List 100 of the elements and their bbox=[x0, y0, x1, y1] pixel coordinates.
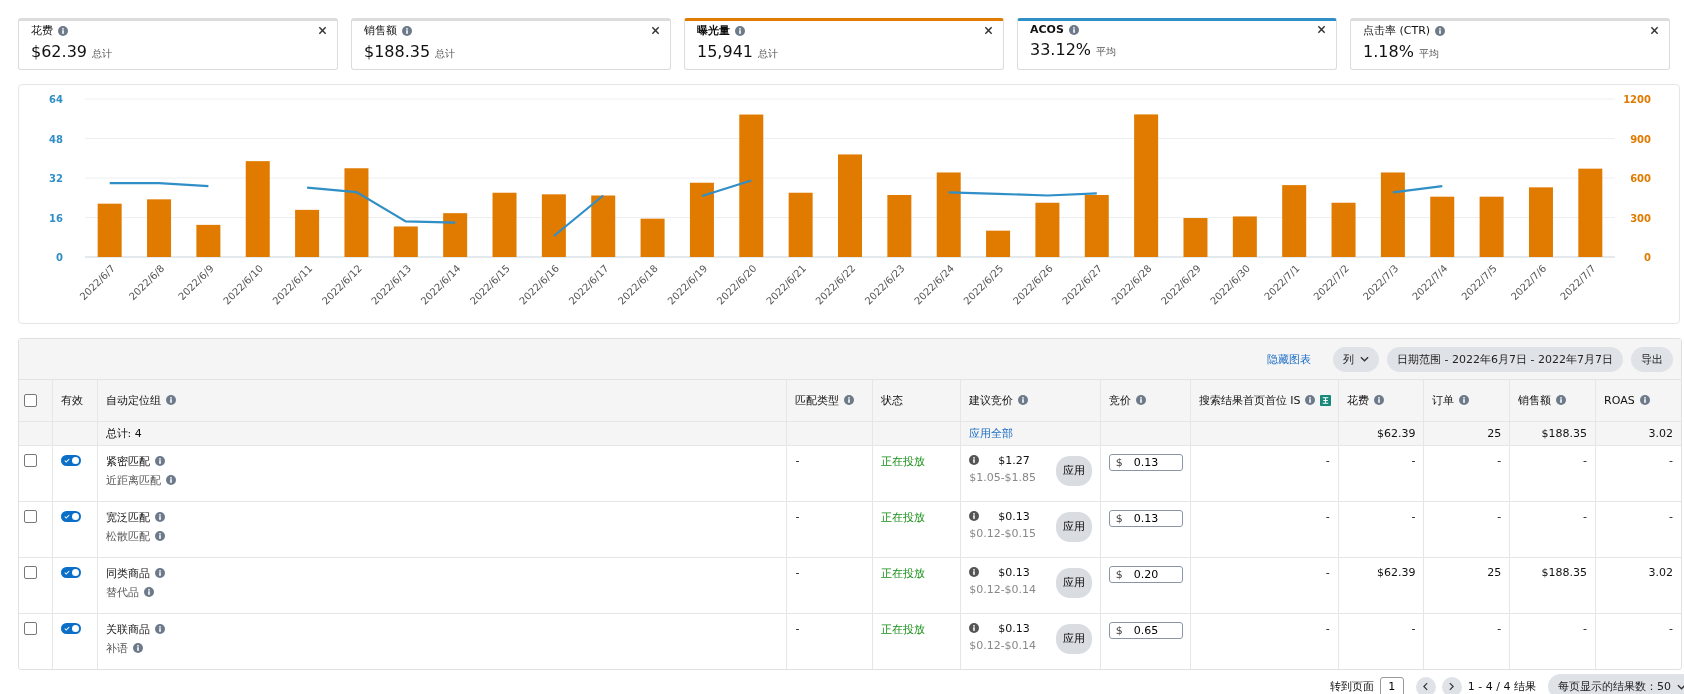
metric-card[interactable]: 曝光量 15,941 总计 bbox=[684, 18, 1004, 70]
info-icon bbox=[154, 531, 165, 541]
apply-button[interactable]: 应用 bbox=[1055, 623, 1092, 654]
status-text: 正在投放 bbox=[881, 622, 926, 636]
chart-bar bbox=[640, 218, 665, 257]
close-icon[interactable] bbox=[651, 26, 660, 35]
goto-page-label: 转到页面 bbox=[1329, 679, 1374, 694]
row-checkbox[interactable] bbox=[24, 510, 37, 523]
column-header: 状态 bbox=[881, 392, 904, 408]
table-cell: - bbox=[1669, 453, 1673, 467]
chart-bar bbox=[1035, 202, 1060, 257]
column-header: 花费 bbox=[1346, 392, 1369, 408]
targeting-group-name: 紧密匹配 bbox=[105, 453, 150, 469]
previous-page-button[interactable] bbox=[1415, 676, 1436, 694]
caret-icon bbox=[1360, 356, 1370, 362]
table-cell: - bbox=[795, 453, 800, 467]
info-icon bbox=[154, 568, 165, 578]
info-icon bbox=[165, 475, 176, 485]
axis-tick-label: 32 bbox=[49, 173, 63, 184]
enabled-toggle[interactable] bbox=[61, 455, 82, 466]
page-input[interactable]: 1 bbox=[1379, 676, 1404, 694]
suggested-bid: $0.13 bbox=[998, 565, 1030, 579]
table-cell: $188.35 bbox=[1541, 426, 1588, 440]
currency-symbol: $ bbox=[1115, 623, 1123, 637]
table-cell: - bbox=[1583, 621, 1588, 635]
metric-label: 点击率 (CTR) bbox=[1363, 23, 1431, 38]
table-cell: - bbox=[1583, 453, 1588, 467]
chart-bar bbox=[591, 195, 616, 257]
export-button[interactable]: 导出 bbox=[1631, 346, 1673, 372]
chart-bar bbox=[1232, 216, 1257, 257]
column-header: 订单 bbox=[1432, 392, 1455, 408]
metric-note: 平均 bbox=[1096, 45, 1116, 59]
axis-tick-label: 16 bbox=[49, 212, 63, 224]
next-page-button[interactable] bbox=[1441, 676, 1462, 694]
date-range-button[interactable]: 日期范围 - 2022年6月7日 - 2022年7月7日 bbox=[1387, 346, 1623, 372]
table-cell: $62.39 bbox=[1376, 426, 1416, 440]
enabled-toggle[interactable] bbox=[61, 511, 82, 522]
apply-button[interactable]: 应用 bbox=[1055, 511, 1092, 542]
metric-card[interactable]: ACOS 33.12% 平均 bbox=[1017, 18, 1337, 70]
table-cell: 3.02 bbox=[1648, 426, 1673, 440]
enabled-toggle[interactable] bbox=[61, 623, 82, 634]
metric-note: 总计 bbox=[435, 47, 456, 61]
metric-note: 平均 bbox=[1418, 47, 1439, 61]
metric-card[interactable]: 点击率 (CTR) 1.18% 平均 bbox=[1350, 18, 1670, 70]
info-icon bbox=[969, 511, 980, 521]
new-feature-icon bbox=[1320, 394, 1332, 406]
chart-bar bbox=[443, 213, 468, 257]
info-icon bbox=[143, 587, 154, 597]
info-icon bbox=[154, 512, 165, 522]
hide-chart-link[interactable]: 隐藏图表 bbox=[1267, 351, 1312, 367]
info-icon bbox=[969, 567, 980, 577]
apply-button[interactable]: 应用 bbox=[1055, 455, 1092, 486]
table-cell: - bbox=[1325, 453, 1330, 467]
metric-label: 曝光量 bbox=[697, 23, 730, 38]
metric-note: 总计 bbox=[92, 47, 112, 61]
result-count: 1 - 4 / 4 结果 bbox=[1467, 679, 1536, 694]
row-checkbox[interactable] bbox=[24, 566, 37, 579]
chart-bar bbox=[1282, 185, 1307, 257]
info-icon bbox=[969, 623, 980, 633]
column-header: 销售额 bbox=[1518, 392, 1552, 408]
metric-card[interactable]: 花费 $62.39 总计 bbox=[18, 18, 338, 70]
table-cell: 25 bbox=[1487, 426, 1502, 440]
enabled-toggle[interactable] bbox=[61, 567, 82, 578]
chart-bar bbox=[1183, 218, 1208, 257]
close-icon[interactable] bbox=[984, 26, 993, 35]
targeting-group-name: 关联商品 bbox=[105, 621, 150, 637]
total-count: 总计: 4 bbox=[105, 426, 142, 440]
metric-card[interactable]: 销售额 $188.35 总计 bbox=[351, 18, 671, 70]
info-icon bbox=[154, 624, 165, 634]
apply-all-link[interactable]: 应用全部 bbox=[969, 426, 1014, 440]
metric-value: 1.18% bbox=[1363, 42, 1414, 61]
row-checkbox[interactable] bbox=[24, 454, 37, 467]
table-cell: 25 bbox=[1487, 565, 1502, 579]
suggested-bid: $1.27 bbox=[998, 453, 1030, 467]
table-cell: - bbox=[795, 621, 800, 635]
per-page-dropdown[interactable]: 每页显示的结果数：50 bbox=[1548, 674, 1684, 694]
info-icon bbox=[1435, 25, 1446, 36]
info-icon bbox=[154, 456, 165, 466]
close-icon[interactable] bbox=[1317, 25, 1326, 34]
axis-tick-label: 1200 bbox=[1623, 94, 1651, 105]
table-cell: - bbox=[795, 565, 800, 579]
chart-bar bbox=[986, 230, 1011, 257]
info-icon bbox=[58, 25, 68, 36]
info-icon bbox=[132, 643, 143, 653]
columns-dropdown[interactable]: 列 bbox=[1333, 346, 1380, 372]
column-header: 自动定位组 bbox=[105, 392, 161, 408]
targeting-group-subtitle: 补语 bbox=[105, 640, 128, 656]
table-cell: - bbox=[1411, 453, 1416, 467]
targeting-group-subtitle: 松散匹配 bbox=[105, 528, 150, 544]
suggested-bid: $0.13 bbox=[998, 509, 1030, 523]
table-cell: $188.35 bbox=[1541, 565, 1588, 579]
apply-button[interactable]: 应用 bbox=[1055, 567, 1092, 598]
close-icon[interactable] bbox=[1650, 26, 1659, 35]
targeting-group-name: 同类商品 bbox=[105, 565, 150, 581]
column-header: 匹配类型 bbox=[795, 392, 840, 408]
chart-bar bbox=[196, 224, 221, 257]
close-icon[interactable] bbox=[318, 26, 327, 35]
info-icon bbox=[969, 455, 980, 465]
select-all-checkbox[interactable] bbox=[24, 394, 37, 407]
row-checkbox[interactable] bbox=[24, 622, 37, 635]
